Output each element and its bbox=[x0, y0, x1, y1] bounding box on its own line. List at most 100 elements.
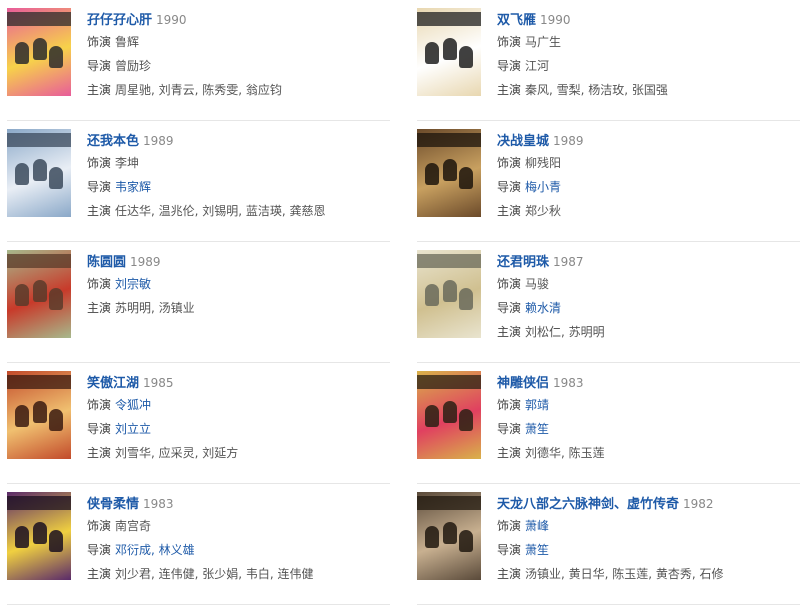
movie-poster-image[interactable] bbox=[417, 8, 481, 96]
movie-title-link[interactable]: 还我本色 bbox=[87, 134, 139, 149]
poster-figure bbox=[49, 46, 63, 68]
stars-label: 主演 bbox=[87, 301, 112, 315]
poster-figure bbox=[459, 409, 473, 431]
movie-year: 1990 bbox=[156, 13, 187, 27]
movie-poster-image[interactable] bbox=[417, 492, 481, 580]
poster-figure bbox=[425, 284, 439, 306]
role-label: 饰演 bbox=[497, 156, 522, 170]
poster-figure bbox=[33, 38, 47, 60]
movie-director-row: 导演 萧笙 bbox=[497, 539, 800, 562]
movie-title-link[interactable]: 决战皇城 bbox=[497, 134, 549, 149]
poster-figure bbox=[425, 405, 439, 427]
movie-role-row: 饰演 鲁辉 bbox=[87, 31, 390, 54]
movie-stars-row: 主演 任达华, 温兆伦, 刘锡明, 蓝洁瑛, 龚慈恩 bbox=[87, 200, 390, 223]
movie-title-link[interactable]: 侠骨柔情 bbox=[87, 497, 139, 512]
role-label: 饰演 bbox=[497, 277, 522, 291]
poster-figure bbox=[15, 163, 29, 185]
movie-poster-image[interactable] bbox=[417, 250, 481, 338]
movie-info: 孖仔孖心肝 1990 饰演 鲁辉 导演 曾励珍 主演 周星驰, 刘青云, 陈秀雯, 翁应钧 bbox=[87, 10, 390, 102]
stars-value: 任达华, 温兆伦, 刘锡明, 蓝洁瑛, 龚慈恩 bbox=[115, 204, 326, 218]
stars-value: 苏明明, 汤镇业 bbox=[115, 301, 195, 315]
movie-poster-image[interactable] bbox=[7, 371, 71, 459]
poster-figure bbox=[459, 46, 473, 68]
poster-figure bbox=[15, 42, 29, 64]
poster-band bbox=[7, 375, 71, 389]
movie-card: 孖仔孖心肝 1990 饰演 鲁辉 导演 曾励珍 主演 周星驰, 刘青云, 陈秀雯, 翁应钧 bbox=[7, 0, 390, 121]
movie-title-link[interactable]: 天龙八部之六脉神剑、虚竹传奇 bbox=[497, 497, 679, 512]
role-link[interactable]: 郭靖 bbox=[525, 398, 549, 412]
director-link[interactable]: 韦家辉 bbox=[115, 180, 151, 194]
movie-role-row: 饰演 马骏 bbox=[497, 273, 800, 296]
movie-director-row: 导演 萧笙 bbox=[497, 418, 800, 441]
role-label: 饰演 bbox=[87, 519, 112, 533]
movie-title-line: 天龙八部之六脉神剑、虚竹传奇 1982 bbox=[497, 494, 800, 514]
role-value: 马广生 bbox=[525, 35, 562, 49]
director-label: 导演 bbox=[497, 543, 522, 557]
movie-stars-row: 主演 刘德华, 陈玉莲 bbox=[497, 442, 800, 465]
movie-year: 1989 bbox=[143, 134, 174, 148]
director-value: 江河 bbox=[525, 59, 550, 73]
role-link[interactable]: 令狐冲 bbox=[115, 398, 151, 412]
movie-title-line: 陈圆圆 1989 bbox=[87, 252, 390, 272]
movie-stars-row: 主演 汤镇业, 黄日华, 陈玉莲, 黄杏秀, 石修 bbox=[497, 563, 800, 586]
movie-stars-row: 主演 苏明明, 汤镇业 bbox=[87, 297, 390, 320]
role-link[interactable]: 萧峰 bbox=[525, 519, 549, 533]
director-link[interactable]: 刘立立 bbox=[115, 422, 151, 436]
movie-role-row: 饰演 柳残阳 bbox=[497, 152, 800, 175]
role-link[interactable]: 刘宗敏 bbox=[115, 277, 151, 291]
movie-role-row: 饰演 马广生 bbox=[497, 31, 800, 54]
poster-figure bbox=[49, 288, 63, 310]
poster-figure bbox=[443, 522, 457, 544]
movie-role-row: 饰演 李坤 bbox=[87, 152, 390, 175]
movie-director-row: 导演 韦家辉 bbox=[87, 176, 390, 199]
movie-title-link[interactable]: 还君明珠 bbox=[497, 255, 549, 270]
stars-value: 刘德华, 陈玉莲 bbox=[525, 446, 605, 460]
movie-card: 还君明珠 1987 饰演 马骏 导演 赖水清 主演 刘松仁, 苏明明 bbox=[417, 242, 800, 363]
director-label: 导演 bbox=[87, 422, 112, 436]
movie-poster-image[interactable] bbox=[7, 129, 71, 217]
stars-value: 刘少君, 连伟健, 张少娟, 韦白, 连伟健 bbox=[115, 567, 314, 581]
poster-band bbox=[7, 254, 71, 268]
director-link[interactable]: 萧笙 bbox=[525, 422, 549, 436]
director-label: 导演 bbox=[497, 301, 522, 315]
movie-title-link[interactable]: 陈圆圆 bbox=[87, 255, 126, 270]
poster-figure bbox=[33, 159, 47, 181]
director-link[interactable]: 萧笙 bbox=[525, 543, 549, 557]
poster-figure bbox=[49, 409, 63, 431]
role-label: 饰演 bbox=[87, 156, 112, 170]
poster-band bbox=[417, 133, 481, 147]
poster-figure bbox=[33, 401, 47, 423]
movie-card: 双飞雁 1990 饰演 马广生 导演 江河 主演 秦风, 雪梨, 杨洁玫, 张国强 bbox=[417, 0, 800, 121]
movie-info: 双飞雁 1990 饰演 马广生 导演 江河 主演 秦风, 雪梨, 杨洁玫, 张国强 bbox=[497, 10, 800, 102]
movie-title-link[interactable]: 双飞雁 bbox=[497, 13, 536, 28]
movie-year: 1989 bbox=[130, 255, 161, 269]
poster-figure bbox=[15, 526, 29, 548]
stars-label: 主演 bbox=[497, 83, 522, 97]
movie-poster-image[interactable] bbox=[417, 129, 481, 217]
movie-info: 神雕侠侣 1983 饰演 郭靖 导演 萧笙 主演 刘德华, 陈玉莲 bbox=[497, 373, 800, 465]
director-link[interactable]: 梅小青 bbox=[525, 180, 561, 194]
movie-stars-row: 主演 刘少君, 连伟健, 张少娟, 韦白, 连伟健 bbox=[87, 563, 390, 586]
movie-card: 侠骨柔情 1983 饰演 南宫奇 导演 邓衍成, 林义雄 主演 刘少君, 连伟健, 张少娟, … bbox=[7, 484, 390, 605]
stars-value: 汤镇业, 黄日华, 陈玉莲, 黄杏秀, 石修 bbox=[525, 567, 724, 581]
movie-poster-image[interactable] bbox=[417, 371, 481, 459]
stars-label: 主演 bbox=[497, 567, 522, 581]
movie-poster-image[interactable] bbox=[7, 250, 71, 338]
movie-title-line: 神雕侠侣 1983 bbox=[497, 373, 800, 393]
movie-title-link[interactable]: 神雕侠侣 bbox=[497, 376, 549, 391]
movie-title-line: 孖仔孖心肝 1990 bbox=[87, 10, 390, 30]
movie-title-link[interactable]: 笑傲江湖 bbox=[87, 376, 139, 391]
stars-value: 刘松仁, 苏明明 bbox=[525, 325, 605, 339]
filmography-grid: 孖仔孖心肝 1990 饰演 鲁辉 导演 曾励珍 主演 周星驰, 刘青云, 陈秀雯, 翁应钧 双飞… bbox=[0, 0, 800, 605]
movie-info: 还君明珠 1987 饰演 马骏 导演 赖水清 主演 刘松仁, 苏明明 bbox=[497, 252, 800, 344]
stars-label: 主演 bbox=[497, 204, 522, 218]
poster-figure bbox=[443, 401, 457, 423]
movie-poster-image[interactable] bbox=[7, 492, 71, 580]
movie-year: 1990 bbox=[540, 13, 571, 27]
director-link[interactable]: 赖水清 bbox=[525, 301, 561, 315]
movie-title-link[interactable]: 孖仔孖心肝 bbox=[87, 13, 152, 28]
director-link[interactable]: 邓衍成, 林义雄 bbox=[115, 543, 195, 557]
poster-figure bbox=[49, 530, 63, 552]
poster-figure bbox=[443, 159, 457, 181]
movie-poster-image[interactable] bbox=[7, 8, 71, 96]
